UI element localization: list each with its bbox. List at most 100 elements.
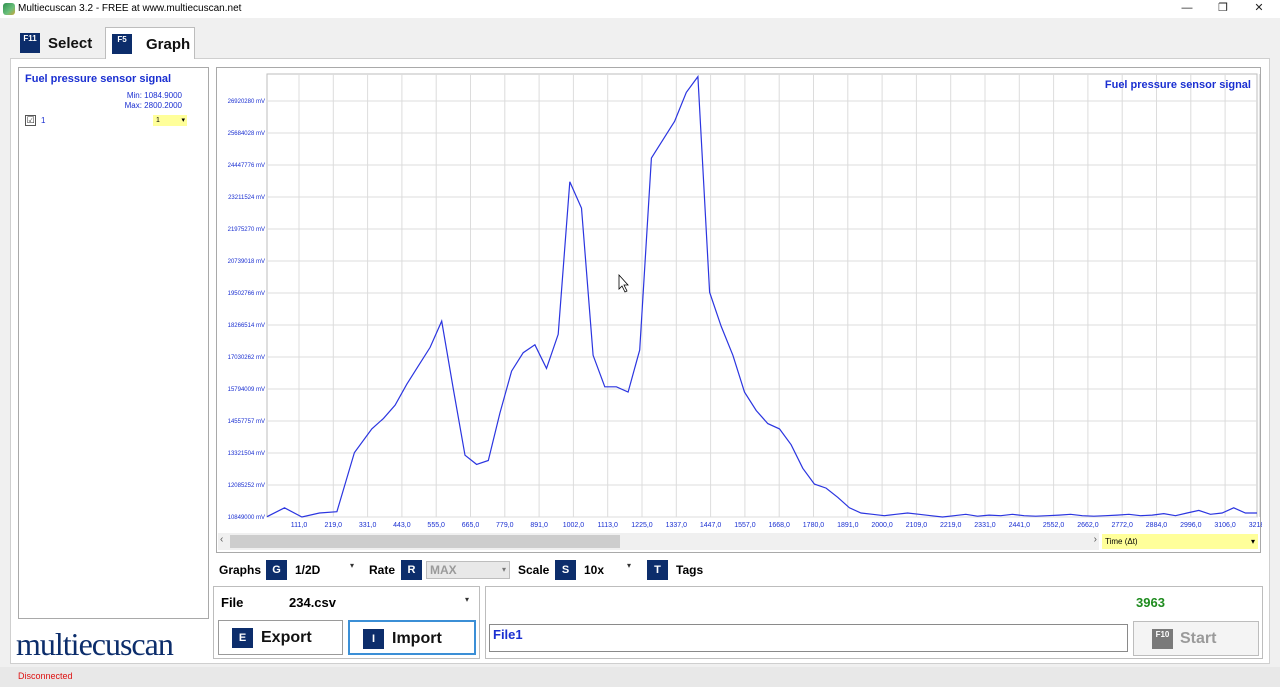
x-tick-label: 2552,0 — [1043, 522, 1065, 529]
export-key: E — [232, 628, 253, 648]
graphs-value[interactable]: 1/2D — [295, 563, 320, 577]
logo: multiecuscan — [16, 626, 174, 662]
x-tick-label: 1557,0 — [734, 522, 756, 529]
signal-min: Min: 1084.9000 — [126, 91, 182, 100]
export-label: Export — [261, 629, 312, 646]
x-tick-label: 1225,0 — [631, 522, 653, 529]
start-key: F10 — [1152, 629, 1173, 649]
x-tick-label: 219,0 — [325, 522, 343, 529]
minimize-button[interactable]: — — [1170, 0, 1204, 18]
tags-label[interactable]: Tags — [676, 563, 703, 577]
signal-title[interactable]: Fuel pressure sensor signal — [25, 73, 171, 85]
graph-scrollbar[interactable]: ‹ › — [218, 533, 1099, 550]
rate-key[interactable]: R — [401, 560, 422, 580]
chart-title: Fuel pressure sensor signal — [1105, 79, 1251, 91]
close-button[interactable]: ✕ — [1242, 0, 1276, 18]
x-tick-label: 1891,0 — [837, 522, 859, 529]
x-tick-label: 2000,0 — [871, 522, 893, 529]
xaxis-mode-value: Time (Δt) — [1105, 537, 1138, 546]
tab-select-key: F11 — [20, 33, 40, 53]
status-bar: Disconnected — [0, 667, 1280, 687]
x-tick-label: 3218,0 — [1249, 522, 1262, 529]
x-tick-label: 2331,0 — [974, 522, 996, 529]
scroll-right-icon[interactable]: › — [1094, 534, 1097, 545]
scroll-thumb[interactable] — [230, 535, 620, 548]
plot-area — [266, 73, 1258, 518]
line-chart: 10849000 mV 12085252 mV 13321504 mV 1455775… — [228, 73, 1262, 529]
connection-status: Disconnected — [18, 671, 73, 681]
export-button[interactable]: E Export — [218, 620, 343, 655]
x-tick-label: 665,0 — [462, 522, 480, 529]
x-tick-label: 1668,0 — [768, 522, 790, 529]
x-tick-label: 1002,0 — [563, 522, 585, 529]
file-name-input[interactable]: File1 — [489, 624, 1128, 652]
y-tick-label: 12085252 mV — [228, 483, 265, 489]
file-select-value[interactable]: 234.csv — [289, 595, 336, 610]
scale-label: Scale — [518, 563, 550, 577]
xaxis-mode-select[interactable]: Time (Δt) ▾ — [1102, 534, 1258, 549]
rate-label: Rate — [369, 563, 396, 577]
start-button[interactable]: F10 Start — [1133, 621, 1259, 656]
x-tick-label: 2772,0 — [1111, 522, 1133, 529]
x-tick-label: 2996,0 — [1180, 522, 1202, 529]
x-tick-label: 779,0 — [496, 522, 514, 529]
y-tick-label: 15794009 mV — [228, 387, 265, 393]
sample-count: 3963 — [1136, 595, 1165, 610]
y-tick-label: 25684028 mV — [228, 131, 265, 137]
import-key: I — [363, 629, 384, 649]
signal-axis-select[interactable]: 1 ▾ — [153, 115, 187, 126]
chevron-down-icon: ▾ — [181, 117, 185, 124]
tab-graph-label: Graph — [146, 36, 191, 53]
y-tick-label: 26920280 mV — [228, 99, 265, 105]
x-tick-label: 1113,0 — [598, 522, 618, 529]
x-tick-label: 111,0 — [291, 522, 308, 529]
graphs-label: Graphs — [219, 563, 262, 577]
graph-area[interactable]: 10849000 mV 12085252 mV 13321504 mV 1455775… — [216, 67, 1262, 553]
x-tick-label: 3106,0 — [1214, 522, 1236, 529]
scroll-left-icon[interactable]: ‹ — [220, 534, 223, 545]
rate-select[interactable]: MAX ▾ — [426, 561, 510, 579]
start-label: Start — [1180, 630, 1217, 647]
tab-select[interactable]: F11 Select — [14, 27, 100, 59]
graphs-key[interactable]: G — [266, 560, 287, 580]
tab-select-label: Select — [48, 35, 93, 52]
maximize-button[interactable]: ❐ — [1206, 0, 1240, 18]
tab-graph[interactable]: F5 Graph — [105, 27, 195, 59]
chevron-down-icon[interactable]: ▾ — [465, 595, 469, 604]
chevron-down-icon: ▾ — [501, 565, 506, 574]
y-tick-label: 10849000 mV — [228, 515, 265, 521]
x-tick-label: 443,0 — [393, 522, 411, 529]
tags-key[interactable]: T — [647, 560, 668, 580]
y-tick-label: 19502766 mV — [228, 291, 265, 297]
y-tick-label: 23211524 mV — [228, 195, 265, 201]
x-tick-label: 2884,0 — [1146, 522, 1168, 529]
title-bar: Multiecuscan 3.2 - FREE at www.multiecus… — [0, 0, 1280, 18]
y-tick-label: 21975270 mV — [228, 227, 265, 233]
file-label: File — [221, 595, 244, 610]
scale-value[interactable]: 10x — [584, 563, 604, 577]
signal-axis-value: 1 — [156, 117, 160, 124]
scale-key[interactable]: S — [555, 560, 576, 580]
y-tick-label: 14557757 mV — [228, 419, 265, 425]
signal-max: Max: 2800.2000 — [124, 101, 182, 110]
y-tick-label: 13321504 mV — [228, 451, 265, 457]
x-tick-label: 1780,0 — [803, 522, 825, 529]
x-tick-label: 331,0 — [359, 522, 377, 529]
x-tick-label: 1447,0 — [700, 522, 722, 529]
y-tick-label: 20739018 mV — [228, 259, 265, 265]
x-tick-label: 2662,0 — [1077, 522, 1099, 529]
import-button[interactable]: I Import — [348, 620, 476, 655]
signal-item-label: 1 — [41, 116, 46, 125]
x-tick-label: 1337,0 — [666, 522, 688, 529]
signal-checkbox[interactable]: ☑ — [25, 115, 36, 126]
chevron-down-icon[interactable]: ▾ — [627, 561, 631, 570]
y-tick-label: 17030262 mV — [228, 355, 265, 361]
chevron-down-icon[interactable]: ▾ — [350, 561, 354, 570]
x-tick-label: 2441,0 — [1009, 522, 1031, 529]
chevron-down-icon: ▾ — [1250, 537, 1255, 546]
y-tick-label: 24447776 mV — [228, 163, 265, 169]
x-tick-label: 891,0 — [530, 522, 548, 529]
x-tick-label: 555,0 — [427, 522, 445, 529]
app-icon — [3, 3, 15, 15]
window-title: Multiecuscan 3.2 - FREE at www.multiecus… — [18, 3, 242, 14]
